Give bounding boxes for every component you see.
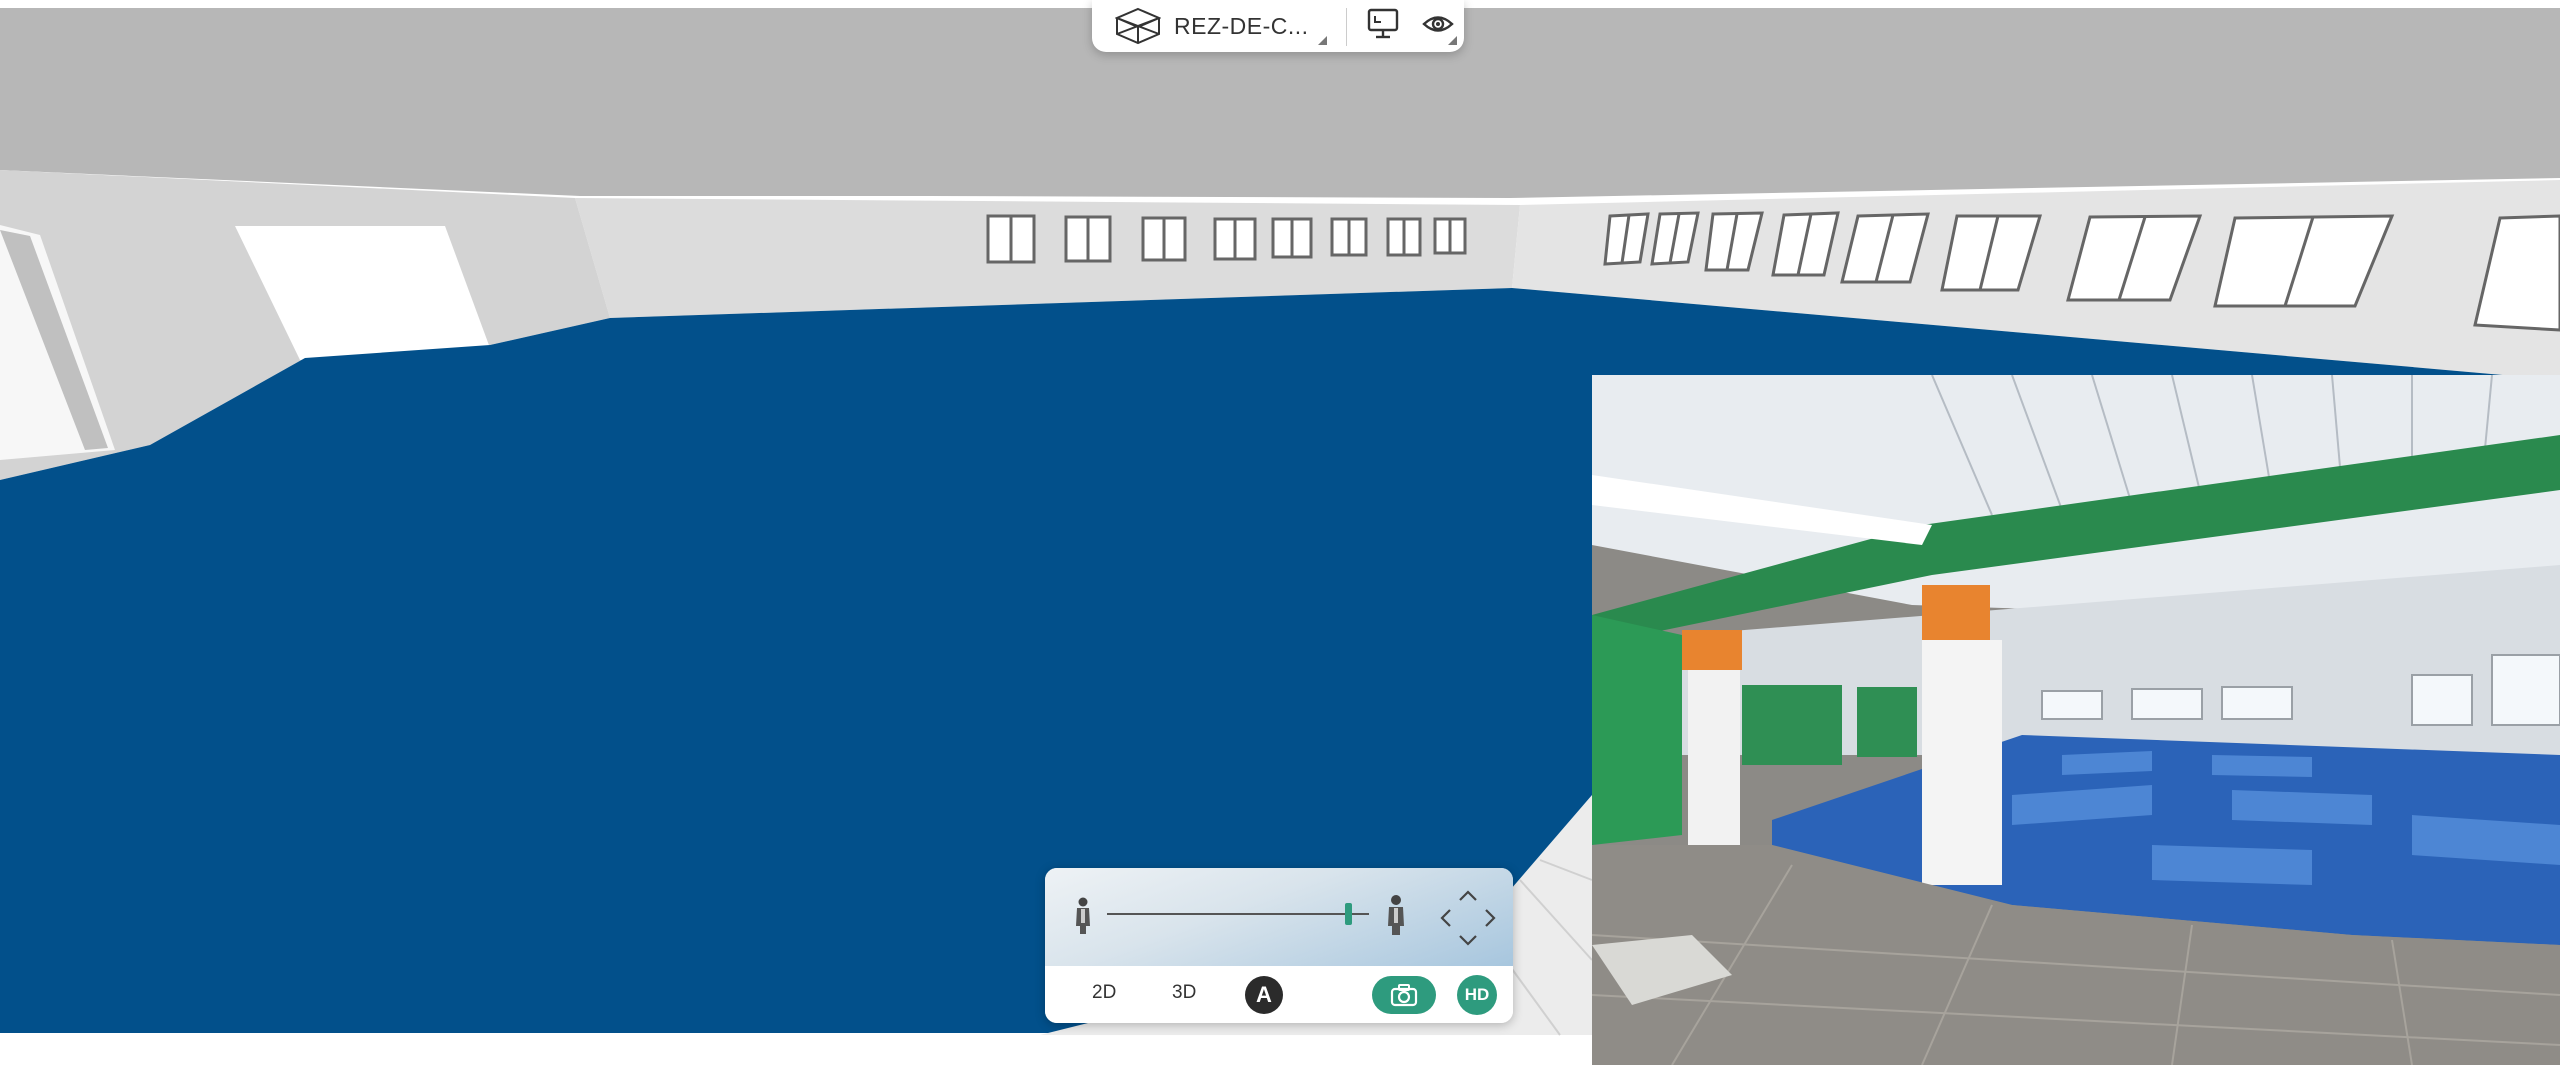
hd-button[interactable]: HD	[1457, 975, 1497, 1015]
toolbar-divider	[1346, 8, 1347, 46]
auto-mode-label: A	[1256, 982, 1272, 1007]
navigation-panel: 2D 3D A HD	[1045, 868, 1513, 1023]
height-slider-thumb[interactable]	[1344, 903, 1352, 925]
person-small-icon	[1072, 896, 1094, 936]
auto-mode-button[interactable]: A	[1245, 976, 1283, 1014]
camera-button[interactable]	[1372, 976, 1436, 1014]
person-large-icon	[1385, 894, 1407, 935]
mode-2d-button[interactable]: 2D	[1092, 982, 1116, 1004]
cube-icon[interactable]	[1114, 6, 1162, 46]
height-control-area	[1045, 868, 1513, 966]
hd-label: HD	[1464, 985, 1490, 1004]
mode-bar: 2D 3D A HD	[1045, 966, 1513, 1023]
arrows-nav-icon[interactable]	[1438, 888, 1498, 948]
view-corner-icon	[1448, 36, 1457, 45]
site-photo	[1592, 375, 2560, 1065]
camera-icon	[1390, 984, 1418, 1007]
screen-icon[interactable]	[1363, 4, 1403, 44]
height-slider-track[interactable]	[1107, 913, 1369, 915]
dropdown-corner-icon	[1318, 36, 1327, 45]
level-selector[interactable]: REZ-DE-C...	[1174, 13, 1309, 40]
top-toolbar: REZ-DE-C...	[1092, 0, 1464, 52]
mode-3d-button[interactable]: 3D	[1172, 982, 1196, 1004]
